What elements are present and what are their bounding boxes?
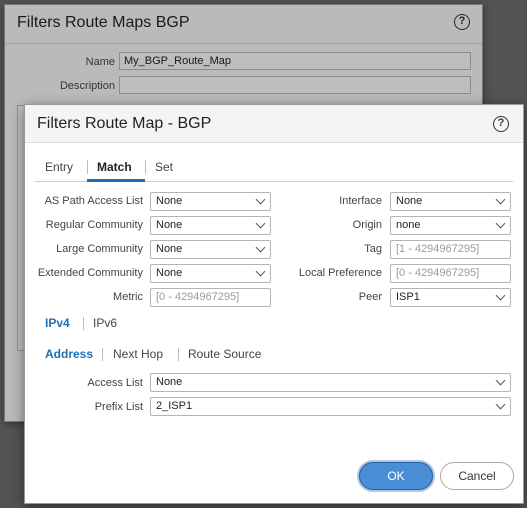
chevron-down-icon <box>495 218 506 229</box>
tab-bar: Entry Match Set <box>35 155 513 182</box>
cancel-button[interactable]: Cancel <box>440 462 514 490</box>
ok-button[interactable]: OK <box>359 462 433 490</box>
tab-separator <box>83 317 84 330</box>
tab-ipv4[interactable]: IPv4 <box>45 316 70 330</box>
origin-value: none <box>396 219 421 231</box>
extended-community-value: None <box>156 267 183 279</box>
dialog-title: Filters Route Map - BGP <box>37 115 212 132</box>
prefix-list-label: Prefix List <box>94 401 143 413</box>
local-preference-input[interactable]: [0 - 4294967295] <box>390 264 511 283</box>
as-path-access-list-value: None <box>156 195 183 207</box>
tab-separator <box>102 348 103 361</box>
peer-value: ISP1 <box>396 291 420 303</box>
access-list-value: None <box>156 376 183 388</box>
access-list-label: Access List <box>87 377 143 389</box>
route-map-dialog: Filters Route Map - BGP ? Entry Match Se… <box>24 104 524 504</box>
chevron-down-icon <box>255 218 266 229</box>
prefix-list-select[interactable]: 2_ISP1 <box>150 397 511 416</box>
tab-address[interactable]: Address <box>45 347 93 361</box>
as-path-access-list-select[interactable]: None <box>150 192 271 211</box>
local-preference-label: Local Preference <box>298 267 382 279</box>
dialog-titlebar: Filters Route Map - BGP ? <box>25 105 523 143</box>
help-icon[interactable]: ? <box>493 116 509 132</box>
tab-set[interactable]: Set <box>155 160 173 174</box>
as-path-access-list-label: AS Path Access List <box>44 195 143 207</box>
tab-separator <box>87 160 88 174</box>
tab-separator <box>178 348 179 361</box>
tag-input[interactable]: [1 - 4294967295] <box>390 240 511 259</box>
metric-input[interactable]: [0 - 4294967295] <box>150 288 271 307</box>
regular-community-label: Regular Community <box>45 219 143 231</box>
regular-community-value: None <box>156 219 183 231</box>
chevron-down-icon <box>255 194 266 205</box>
chevron-down-icon <box>495 290 506 301</box>
tab-entry[interactable]: Entry <box>45 160 73 174</box>
chevron-down-icon <box>495 399 506 410</box>
peer-label: Peer <box>358 291 382 303</box>
prefix-list-value: 2_ISP1 <box>156 400 193 412</box>
peer-select[interactable]: ISP1 <box>390 288 511 307</box>
tag-label: Tag <box>364 243 382 255</box>
origin-label: Origin <box>352 219 382 231</box>
chevron-down-icon <box>495 375 506 386</box>
interface-label: Interface <box>339 195 382 207</box>
large-community-label: Large Community <box>56 243 143 255</box>
tab-match[interactable]: Match <box>97 160 132 174</box>
large-community-value: None <box>156 243 183 255</box>
origin-select[interactable]: none <box>390 216 511 235</box>
extended-community-select[interactable]: None <box>150 264 271 283</box>
active-tab-indicator <box>87 179 145 182</box>
large-community-select[interactable]: None <box>150 240 271 259</box>
metric-label: Metric <box>113 291 143 303</box>
extended-community-label: Extended Community <box>37 267 143 279</box>
tab-next-hop[interactable]: Next Hop <box>113 347 163 361</box>
interface-select[interactable]: None <box>390 192 511 211</box>
chevron-down-icon <box>255 266 266 277</box>
tab-ipv6[interactable]: IPv6 <box>93 316 117 330</box>
tab-route-source[interactable]: Route Source <box>188 347 261 361</box>
regular-community-select[interactable]: None <box>150 216 271 235</box>
tab-separator <box>145 160 146 174</box>
chevron-down-icon <box>255 242 266 253</box>
chevron-down-icon <box>495 194 506 205</box>
access-list-select[interactable]: None <box>150 373 511 392</box>
interface-value: None <box>396 195 423 207</box>
